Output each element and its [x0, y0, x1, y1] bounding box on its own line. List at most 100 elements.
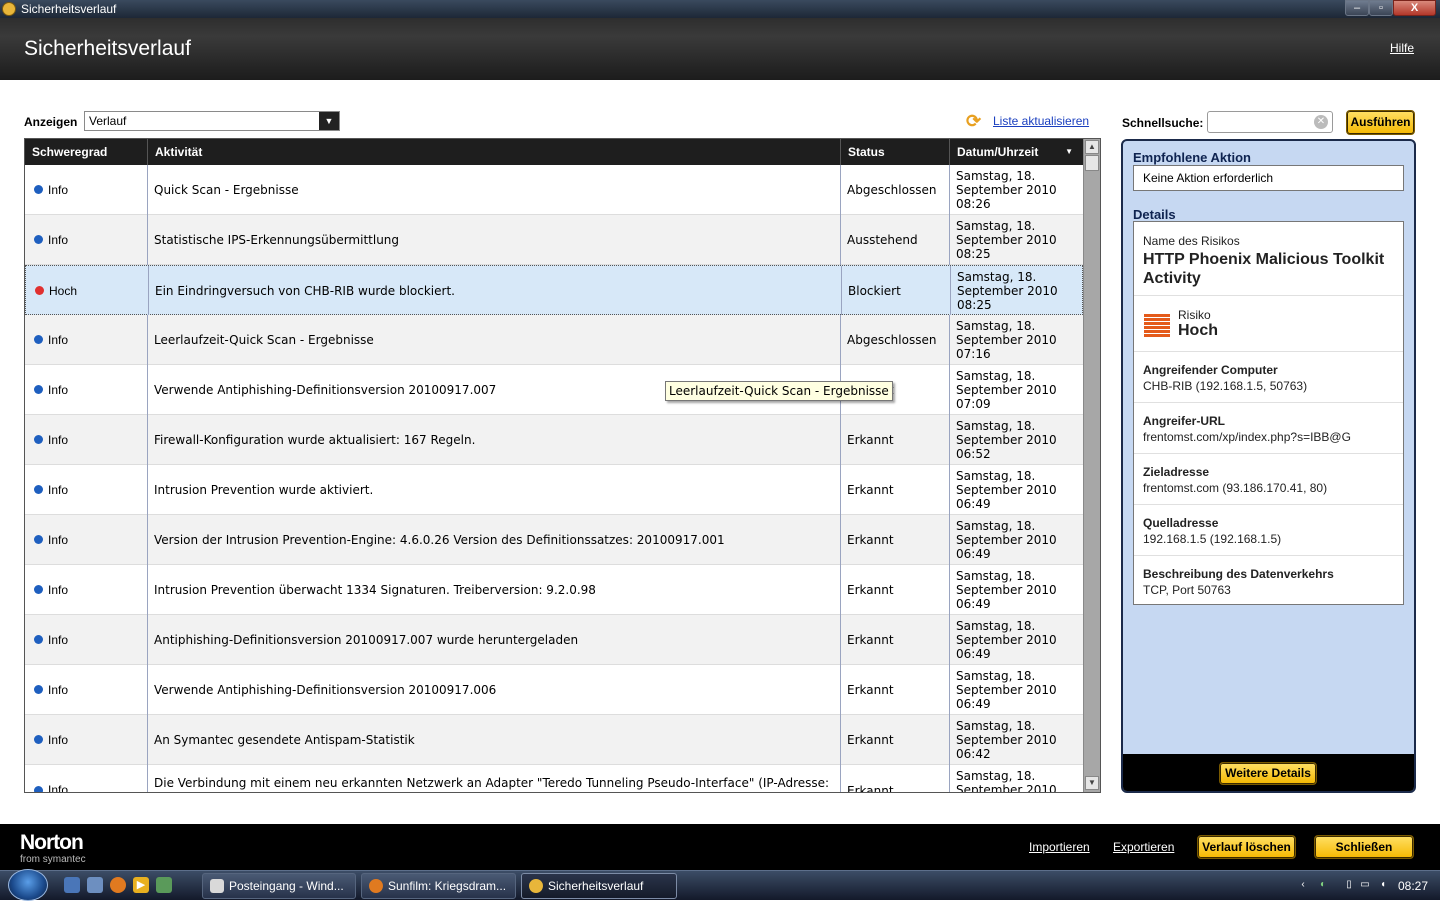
datetime-cell: Samstag, 18. September 2010 06:49 [950, 565, 1083, 615]
refresh-icon[interactable]: ⟳ [966, 111, 986, 131]
severity-info-icon [34, 485, 43, 494]
details-footer: Weitere Details [1123, 754, 1414, 791]
taskbar-clock[interactable]: 08:27 [1398, 879, 1428, 893]
col-severity[interactable]: Schweregrad [25, 139, 148, 165]
view-dropdown[interactable]: Verlauf ▼ [84, 111, 340, 131]
table-row[interactable]: Info Firewall-Konfiguration wurde aktual… [25, 415, 1083, 465]
start-button[interactable] [8, 869, 48, 901]
col-activity[interactable]: Aktivität [148, 139, 841, 165]
status-cell: Ausstehend [841, 215, 950, 265]
table-row[interactable]: Info Leerlaufzeit-Quick Scan - Ergebniss… [25, 315, 1083, 365]
severity-cell: Info [25, 165, 148, 215]
date-line: Samstag, 18. [956, 169, 1036, 183]
time-line: 07:16 [956, 347, 991, 361]
clear-history-button[interactable]: Verlauf löschen [1197, 835, 1296, 859]
scroll-up-icon[interactable]: ▲ [1085, 140, 1099, 154]
table-row[interactable]: Info Quick Scan - Ergebnisse Abgeschloss… [25, 165, 1083, 215]
table-row[interactable]: Info Intrusion Prevention überwacht 1334… [25, 565, 1083, 615]
taskbar-item-mail[interactable]: Posteingang - Wind... [202, 873, 356, 899]
details-heading: Details [1133, 207, 1176, 222]
mail-icon [210, 879, 224, 893]
details-box: Name des Risikos HTTP Phoenix Malicious … [1133, 221, 1404, 605]
status-cell: Erkannt [841, 615, 950, 665]
chevron-down-icon[interactable]: ▼ [319, 112, 339, 130]
table-row[interactable]: Info Verwende Antiphishing-Definitionsve… [25, 665, 1083, 715]
scroll-thumb[interactable] [1085, 155, 1099, 171]
severity-text: Info [48, 783, 69, 793]
table-row[interactable]: Info Statistische IPS-Erkennungsübermitt… [25, 215, 1083, 265]
time-line: 06:49 [956, 597, 991, 611]
symantec-logo-text: from symantec [20, 854, 86, 865]
severity-text: Info [48, 233, 69, 247]
close-button[interactable]: Schließen [1314, 835, 1414, 859]
table-row[interactable]: Info Version der Intrusion Prevention-En… [25, 515, 1083, 565]
severity-text: Hoch [49, 284, 78, 298]
attacker-url-label: Angreifer-URL [1143, 414, 1226, 428]
clear-search-icon[interactable]: ✕ [1314, 115, 1328, 129]
risk-level-section: Risiko Hoch [1134, 296, 1403, 352]
close-window-button[interactable]: X [1393, 0, 1436, 16]
status-cell: Abgeschlossen [841, 315, 950, 365]
time-line: 06:52 [956, 447, 991, 461]
severity-cell: Info [25, 615, 148, 665]
severity-cell: Info [25, 665, 148, 715]
network-icon[interactable]: ◐ [1316, 878, 1330, 892]
table-row[interactable]: Info Intrusion Prevention wurde aktivier… [25, 465, 1083, 515]
maximize-button[interactable]: ▫ [1369, 0, 1393, 16]
status-cell: Blockiert [842, 266, 951, 316]
col-status[interactable]: Status [841, 139, 950, 165]
status-cell: Erkannt [841, 665, 950, 715]
date-line: Samstag, 18. [956, 419, 1036, 433]
col-datetime[interactable]: Datum/Uhrzeit ▼ [950, 139, 1083, 165]
table-row[interactable]: Info Antiphishing-Definitionsversion 201… [25, 615, 1083, 665]
date-line: Samstag, 18. [956, 369, 1036, 383]
datetime-cell: Samstag, 18. September 2010 08:25 [951, 266, 1083, 316]
table-row[interactable]: Info Verwende Antiphishing-Definitionsve… [25, 365, 1083, 415]
quick-search-input[interactable]: ✕ [1207, 111, 1333, 133]
scroll-down-icon[interactable]: ▼ [1085, 776, 1099, 790]
taskbar-item-firefox[interactable]: Sunfilm: Kriegsdram... [361, 873, 516, 899]
device-icon[interactable]: ▯ [1342, 878, 1356, 892]
date-line: Samstag, 18. [956, 669, 1036, 683]
activity-cell: Verwende Antiphishing-Definitionsversion… [148, 665, 841, 715]
attacker-value: CHB-RIB (192.168.1.5, 50763) [1143, 379, 1308, 393]
date-line: Samstag, 18. [956, 519, 1036, 533]
window-switch-icon[interactable] [87, 877, 103, 893]
datetime-cell: Samstag, 18. September 2010 07:09 [950, 365, 1083, 415]
traffic-label: Beschreibung des Datenverkehrs [1143, 567, 1334, 581]
more-details-button[interactable]: Weitere Details [1219, 762, 1317, 785]
table-scrollbar[interactable]: ▲ ▼ [1083, 139, 1100, 792]
import-link[interactable]: Importieren [1029, 840, 1090, 854]
help-link[interactable]: Hilfe [1390, 41, 1414, 55]
table-row[interactable]: Info Die Verbindung mit einem neu erkann… [25, 765, 1083, 793]
severity-high-icon [35, 286, 44, 295]
severity-cell: Info [25, 365, 148, 415]
taskbar-item-norton[interactable]: Sicherheitsverlauf [521, 873, 677, 899]
chevron-left-icon[interactable]: ‹ [1296, 878, 1310, 892]
volume-icon[interactable]: ◖ [1376, 878, 1390, 892]
messenger-icon[interactable] [156, 877, 172, 893]
table-row-selected[interactable]: Hoch Ein Eindringversuch von CHB-RIB wur… [25, 265, 1083, 316]
status-cell: Erkannt [841, 465, 950, 515]
datetime-cell: Samstag, 18. September 2010 06:49 [950, 665, 1083, 715]
table-row[interactable]: Info An Symantec gesendete Antispam-Stat… [25, 715, 1083, 765]
firefox-icon[interactable] [110, 877, 126, 893]
activity-cell: Statistische IPS-Erkennungsübermittlung [148, 215, 841, 265]
refresh-list[interactable]: ⟳ Liste aktualisieren [966, 111, 1096, 131]
date-line: September 2010 [957, 284, 1058, 298]
show-desktop-icon[interactable] [64, 877, 80, 893]
search-go-button[interactable]: Ausführen [1346, 110, 1415, 135]
date-line: September 2010 [956, 533, 1057, 547]
severity-info-icon [34, 235, 43, 244]
minimize-button[interactable]: – [1345, 0, 1369, 16]
display-icon[interactable]: ▭ [1358, 878, 1372, 892]
status-cell: Erkannt [841, 515, 950, 565]
severity-info-icon [34, 786, 43, 792]
media-player-icon[interactable]: ▶ [133, 877, 149, 893]
severity-info-icon [34, 635, 43, 644]
severity-text: Info [48, 683, 69, 697]
export-link[interactable]: Exportieren [1113, 840, 1174, 854]
refresh-list-link[interactable]: Liste aktualisieren [993, 114, 1089, 128]
recommended-action-box: Keine Aktion erforderlich [1133, 165, 1404, 191]
activity-cell: Intrusion Prevention wurde aktiviert. [148, 465, 841, 515]
